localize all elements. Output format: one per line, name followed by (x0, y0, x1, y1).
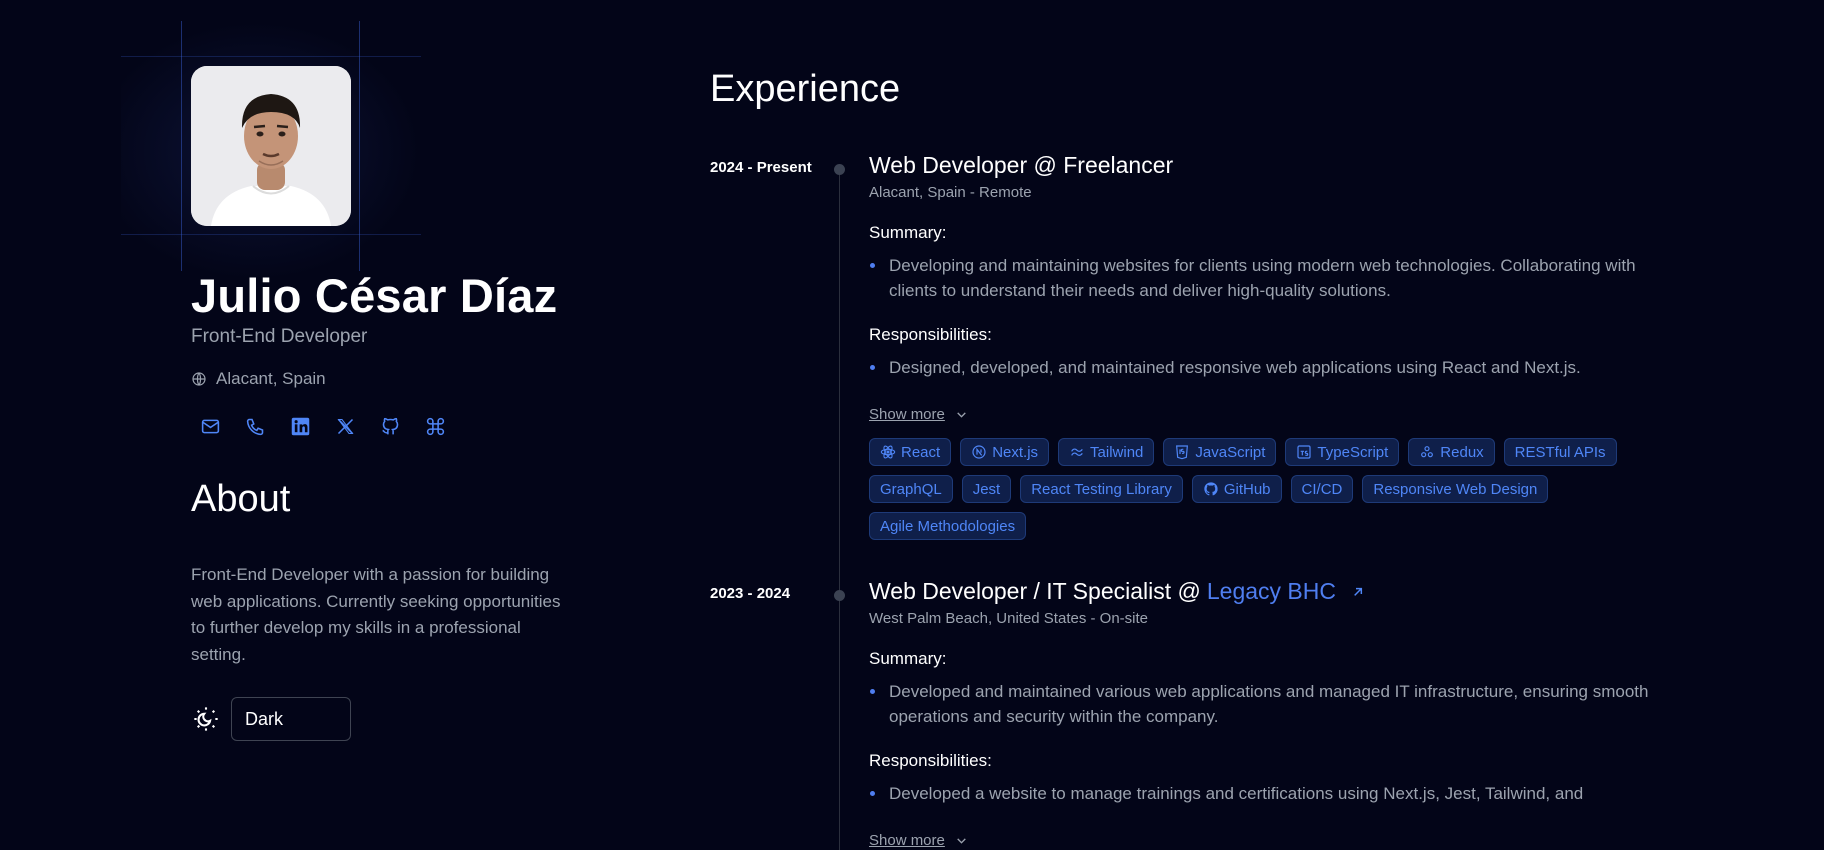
timeline-dot (834, 590, 845, 601)
chevron-down-icon (957, 838, 966, 844)
summary-list: Developing and maintaining websites for … (869, 253, 1649, 303)
github-icon (382, 417, 399, 434)
tag-ci-cd[interactable]: CI/CD (1290, 475, 1354, 503)
tag-restful-apis[interactable]: RESTful APIs (1503, 438, 1617, 466)
job-title-text: Web Developer @ Freelancer (869, 152, 1174, 178)
globe-icon (192, 372, 206, 386)
timeline-dot (834, 164, 845, 175)
show-more-label: Show more (869, 406, 945, 423)
about-text: Front-End Developer with a passion for b… (191, 565, 561, 664)
tag-graphql[interactable]: GraphQL (869, 475, 953, 503)
tag-typescript[interactable]: TypeScript (1285, 438, 1400, 466)
job-date: 2024 - Present (710, 159, 812, 176)
profile-name: Julio César Díaz (191, 269, 558, 322)
summary-label: Summary: (869, 223, 947, 242)
linkedin-icon (291, 417, 310, 435)
show-more-button[interactable]: Show more (869, 406, 968, 423)
job-date: 2023 - 2024 (710, 585, 791, 602)
responsibilities-list: Developed a website to manage trainings … (869, 781, 1649, 806)
social-links (191, 412, 455, 440)
responsibilities-list: Designed, developed, and maintained resp… (869, 355, 1649, 380)
email-link[interactable] (191, 412, 230, 440)
responsibility-item: Designed, developed, and maintained resp… (869, 355, 1649, 380)
job-details: Web Developer / IT Specialist @ Legacy B… (869, 578, 1649, 850)
tailwind-icon (1071, 448, 1083, 456)
github-link[interactable] (371, 412, 410, 440)
job-location: Alacant, Spain - Remote (869, 184, 1032, 201)
tag-react-testing-library[interactable]: React Testing Library (1020, 475, 1183, 503)
external-link-icon[interactable] (1350, 584, 1366, 600)
typescript-icon (1297, 445, 1312, 459)
avatar (191, 66, 351, 226)
tag-javascript[interactable]: JavaScript (1163, 438, 1277, 466)
phone-link[interactable] (236, 412, 275, 440)
command-link[interactable] (416, 412, 455, 440)
show-more-label: Show more (869, 832, 945, 849)
company-link[interactable]: Legacy BHC (1207, 578, 1336, 605)
job-details: Web Developer @ Freelancer Alacant, Spai… (869, 152, 1649, 540)
location-text: Alacant, Spain (216, 369, 326, 388)
responsibilities-label: Responsibilities: (869, 325, 992, 344)
portfolio-page: Julio César Díaz Front-End Developer Ala… (0, 0, 1824, 850)
javascript-icon (1176, 445, 1189, 460)
tag-redux[interactable]: Redux (1408, 438, 1495, 466)
theme-sun-moon-icon (191, 704, 221, 734)
nextjs-icon (972, 445, 986, 459)
tag-agile-methodologies[interactable]: Agile Methodologies (869, 512, 1027, 540)
avatar-portrait-image (191, 66, 351, 226)
x-link[interactable] (326, 412, 365, 440)
summary-label: Summary: (869, 649, 947, 668)
redux-icon (1421, 446, 1434, 458)
summary-item: Developing and maintaining websites for … (869, 253, 1649, 303)
tag-jest[interactable]: Jest (961, 475, 1012, 503)
job-title: Web Developer @ Freelancer (869, 152, 1649, 179)
tag-react[interactable]: React (869, 438, 952, 466)
show-more-button[interactable]: Show more (869, 832, 968, 849)
about-heading: About (191, 478, 291, 520)
github-icon (1204, 482, 1218, 496)
job-title: Web Developer / IT Specialist @ Legacy B… (869, 578, 1649, 605)
job-location: West Palm Beach, United States - On-site (869, 610, 1149, 627)
responsibility-item: Developed a website to manage trainings … (869, 781, 1649, 806)
job-title-text: Web Developer / IT Specialist @ (869, 578, 1201, 604)
summary-item: Developed and maintained various web app… (869, 679, 1649, 729)
tag-tailwind[interactable]: Tailwind (1058, 438, 1155, 466)
react-icon (880, 445, 896, 459)
profile-role: Front-End Developer (191, 326, 368, 347)
summary-list: Developed and maintained various web app… (869, 679, 1649, 729)
experience-heading: Experience (710, 68, 901, 110)
tag-nextjs[interactable]: Next.js (960, 438, 1050, 466)
tag-github[interactable]: GitHub (1191, 475, 1282, 503)
linkedin-link[interactable] (281, 412, 320, 440)
phone-icon (246, 418, 264, 435)
timeline-line (839, 166, 840, 850)
avatar-container (121, 21, 421, 281)
tag-responsive-web-design[interactable]: Responsive Web Design (1362, 475, 1549, 503)
x-icon (337, 418, 354, 434)
chevron-down-icon (957, 412, 966, 418)
theme-select[interactable]: Dark (231, 697, 351, 741)
mail-icon (201, 419, 220, 433)
profile-location: Alacant, Spain (191, 369, 326, 389)
responsibilities-label: Responsibilities: (869, 751, 992, 770)
command-icon (426, 417, 445, 435)
skill-tags: React Next.js Tailwind JavaScript TypeSc… (869, 438, 1649, 540)
theme-switcher: Dark (191, 697, 351, 741)
